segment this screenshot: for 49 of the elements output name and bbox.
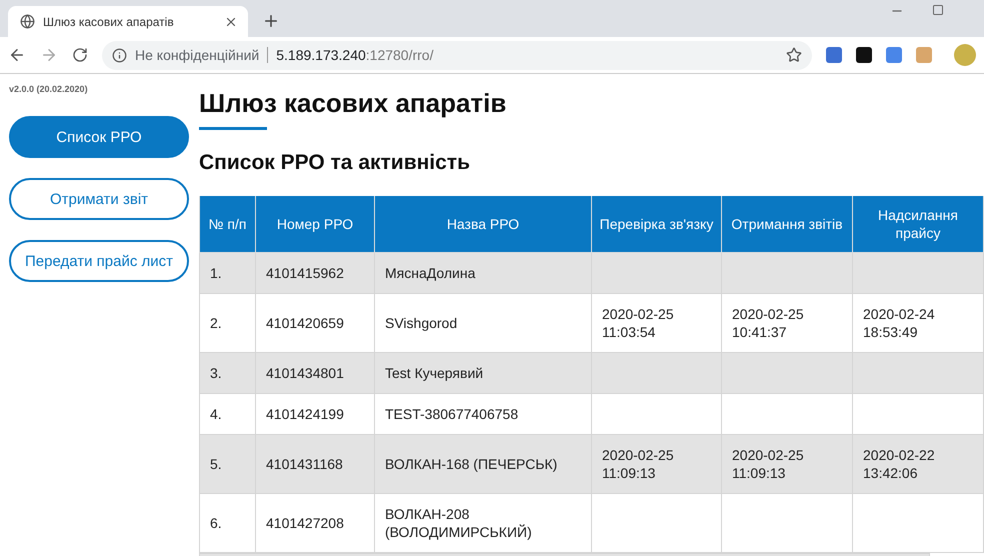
table-cell: МяснаДолина: [385, 265, 476, 281]
column-header: Отримання звітів: [722, 196, 852, 252]
globe-icon: [20, 14, 35, 29]
column-header: № п/п: [200, 196, 256, 252]
table-cell: ВОЛКАН-168 (ПЕЧЕРСЬК): [385, 456, 558, 472]
column-header: Номер РРО: [256, 196, 374, 252]
table-cell: 4101434801: [266, 365, 344, 381]
table-cell: 6.: [210, 515, 222, 531]
table-cell: 4101424199: [266, 406, 344, 422]
table-cell: 2020-02-25 11:03:54: [602, 306, 674, 340]
reload-icon[interactable]: [72, 47, 88, 63]
table-cell: SVishgorod: [385, 315, 458, 331]
address-field[interactable]: Не конфіденційний 5.189.173.240:12780/rro/: [102, 40, 812, 70]
table-cell: 2020-02-24 18:53:49: [863, 306, 935, 340]
column-header: Назва РРО: [374, 196, 592, 252]
section-title: Список РРО та активність: [199, 151, 472, 175]
back-icon[interactable]: [8, 46, 26, 64]
info-icon: [112, 48, 127, 62]
column-header: Перевірка зв'язку: [592, 196, 722, 252]
page-title: Шлюз касових апаратів: [199, 88, 508, 119]
nav-button[interactable]: Отримати звіт: [9, 178, 189, 220]
table-cell: 4101415962: [266, 265, 344, 281]
table-cell: 5.: [210, 456, 222, 472]
url-text: 5.189.173.240:12780/rro/: [276, 47, 434, 63]
table-cell: 4.: [210, 406, 222, 422]
table-cell: 4101427208: [266, 515, 344, 531]
table-cell: 1.: [210, 265, 222, 281]
table-cell: 4101420659: [266, 315, 344, 331]
version-label: v2.0.0 (20.02.2020): [9, 84, 89, 94]
browser-tab[interactable]: Шлюз касових апаратів: [8, 6, 248, 37]
forward-icon[interactable]: [40, 46, 58, 64]
table-cell: ВОЛКАН-208 (ВОЛОДИМИРСЬКИЙ): [385, 506, 532, 540]
nav-button[interactable]: Список РРО: [9, 116, 189, 158]
maximize-icon[interactable]: [932, 4, 944, 16]
table-cell: 4101431168: [266, 456, 343, 472]
table-cell: 2020-02-25 11:09:13: [602, 447, 674, 481]
star-icon[interactable]: [786, 47, 802, 63]
column-header: Надсилання прайсу: [852, 196, 984, 252]
tab-title: Шлюз касових апаратів: [43, 14, 175, 28]
new-tab-icon[interactable]: [262, 12, 280, 30]
table-cell: Test Кучерявий: [385, 365, 484, 381]
table-cell: 2020-02-25 10:41:37: [732, 306, 804, 340]
table-cell: 2.: [210, 315, 222, 331]
table-cell: TEST-380677406758: [385, 406, 518, 422]
table-cell: 2020-02-25 11:09:13: [732, 447, 804, 481]
nav-button[interactable]: Передати прайс лист: [9, 240, 189, 282]
table-cell: 2020-02-22 13:42:06: [863, 447, 935, 481]
security-label: Не конфіденційний: [135, 47, 268, 63]
table-cell: 3.: [210, 365, 222, 381]
